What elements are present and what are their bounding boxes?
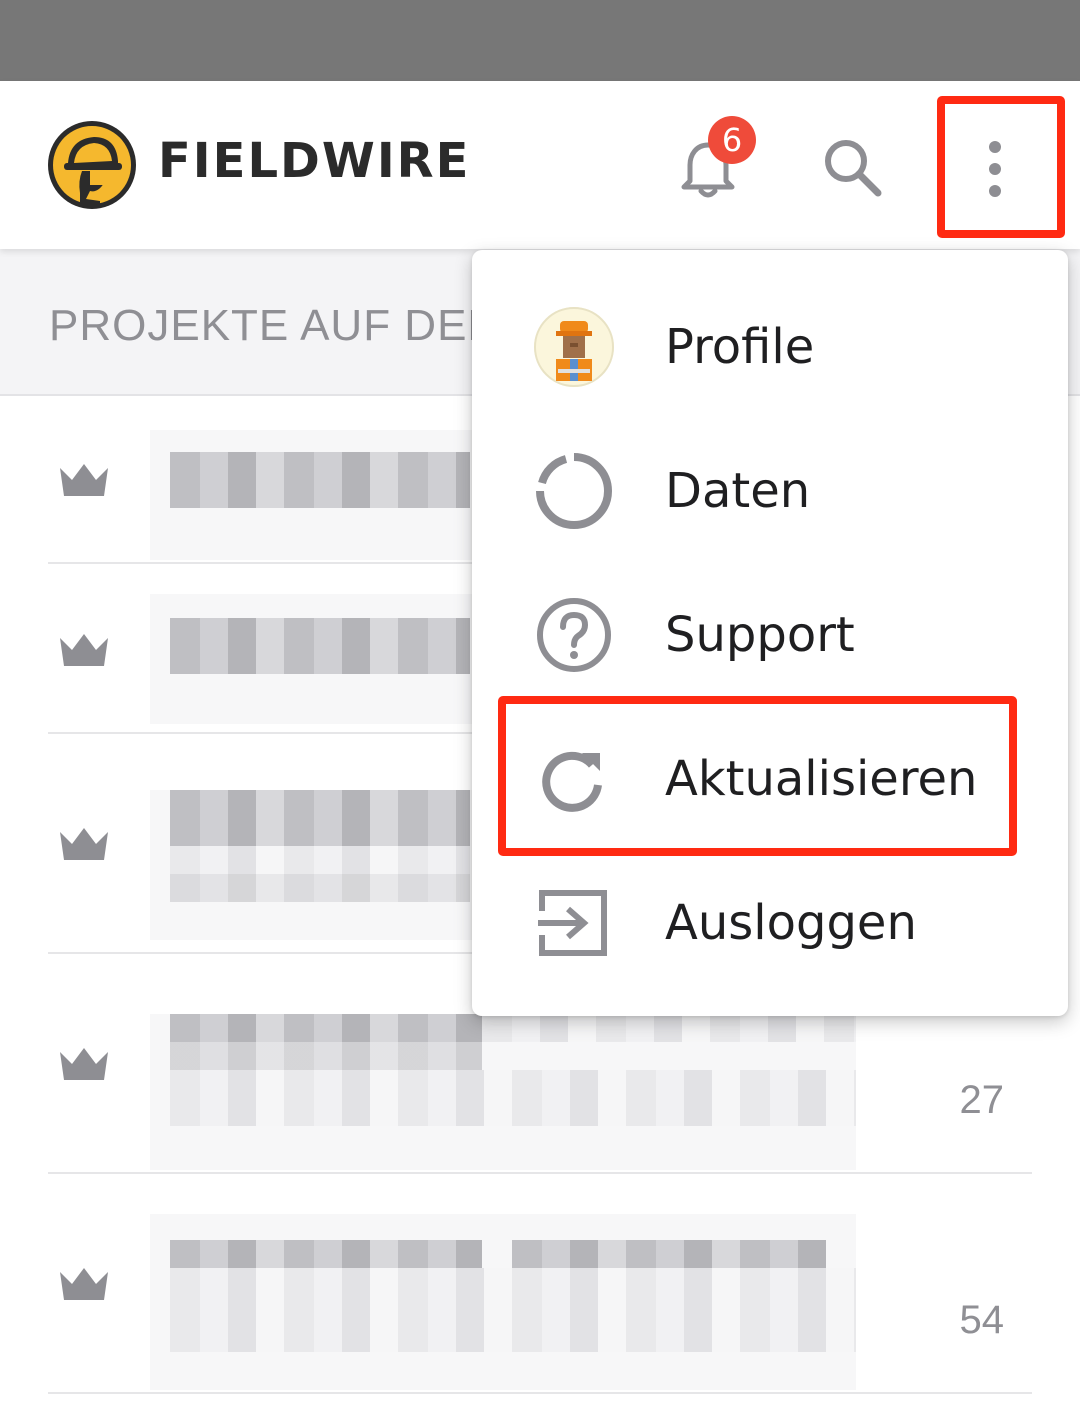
menu-item-profile[interactable]: Profile <box>472 275 1068 419</box>
menu-item-refresh[interactable]: Aktualisieren <box>472 707 1068 851</box>
status-bar <box>0 0 1080 81</box>
blurred-text <box>170 1042 482 1070</box>
logout-icon <box>538 890 607 956</box>
project-count: 27 <box>959 1078 1005 1122</box>
menu-item-support[interactable]: Support <box>472 563 1068 707</box>
blurred-text <box>170 790 470 818</box>
blurred-text <box>170 1296 856 1324</box>
brand-name: FIELDWIRE <box>158 133 471 189</box>
crown-icon <box>60 464 108 496</box>
crown-icon <box>60 828 108 860</box>
blurred-text <box>170 1268 856 1296</box>
blurred-text <box>170 646 470 674</box>
blurred-text <box>170 480 470 508</box>
menu-item-label: Daten <box>665 463 811 519</box>
blurred-text <box>170 846 470 874</box>
menu-item-label: Ausloggen <box>665 895 917 951</box>
menu-item-data[interactable]: Daten <box>472 419 1068 563</box>
blurred-text <box>170 818 470 846</box>
row-divider <box>48 1392 1032 1394</box>
avatar-icon <box>534 307 614 387</box>
blurred-text <box>512 1240 826 1268</box>
crown-icon <box>60 1268 108 1300</box>
blurred-text <box>170 1240 482 1268</box>
blurred-text <box>170 874 470 902</box>
search-icon[interactable] <box>822 137 882 197</box>
crown-icon <box>60 1048 108 1080</box>
blurred-text <box>482 1014 856 1042</box>
project-count: 54 <box>959 1298 1005 1342</box>
overflow-menu: Profile Daten Support Aktualisieren Ausl… <box>472 250 1068 1016</box>
menu-item-label: Support <box>665 607 855 663</box>
blurred-text <box>170 1014 482 1042</box>
more-vertical-icon <box>989 141 1001 197</box>
blurred-text <box>170 452 470 480</box>
blurred-text <box>170 618 470 646</box>
blurred-text <box>170 1324 856 1352</box>
blurred-text <box>170 1098 856 1126</box>
app-bar: FIELDWIRE 6 <box>0 81 1080 249</box>
menu-item-logout[interactable]: Ausloggen <box>472 851 1068 995</box>
menu-item-label: Profile <box>665 319 815 375</box>
project-row[interactable]: 54 <box>0 1174 1080 1394</box>
crown-icon <box>60 634 108 666</box>
refresh-icon <box>542 751 602 812</box>
menu-item-label: Aktualisieren <box>665 751 978 807</box>
help-icon <box>537 598 611 672</box>
blurred-text <box>170 1070 856 1098</box>
notification-badge: 6 <box>708 116 756 164</box>
data-ring-icon <box>536 453 612 529</box>
section-header-title: PROJEKTE AUF DEM <box>49 301 506 350</box>
overflow-menu-button[interactable] <box>940 97 1050 235</box>
fieldwire-logo-icon <box>48 121 136 209</box>
